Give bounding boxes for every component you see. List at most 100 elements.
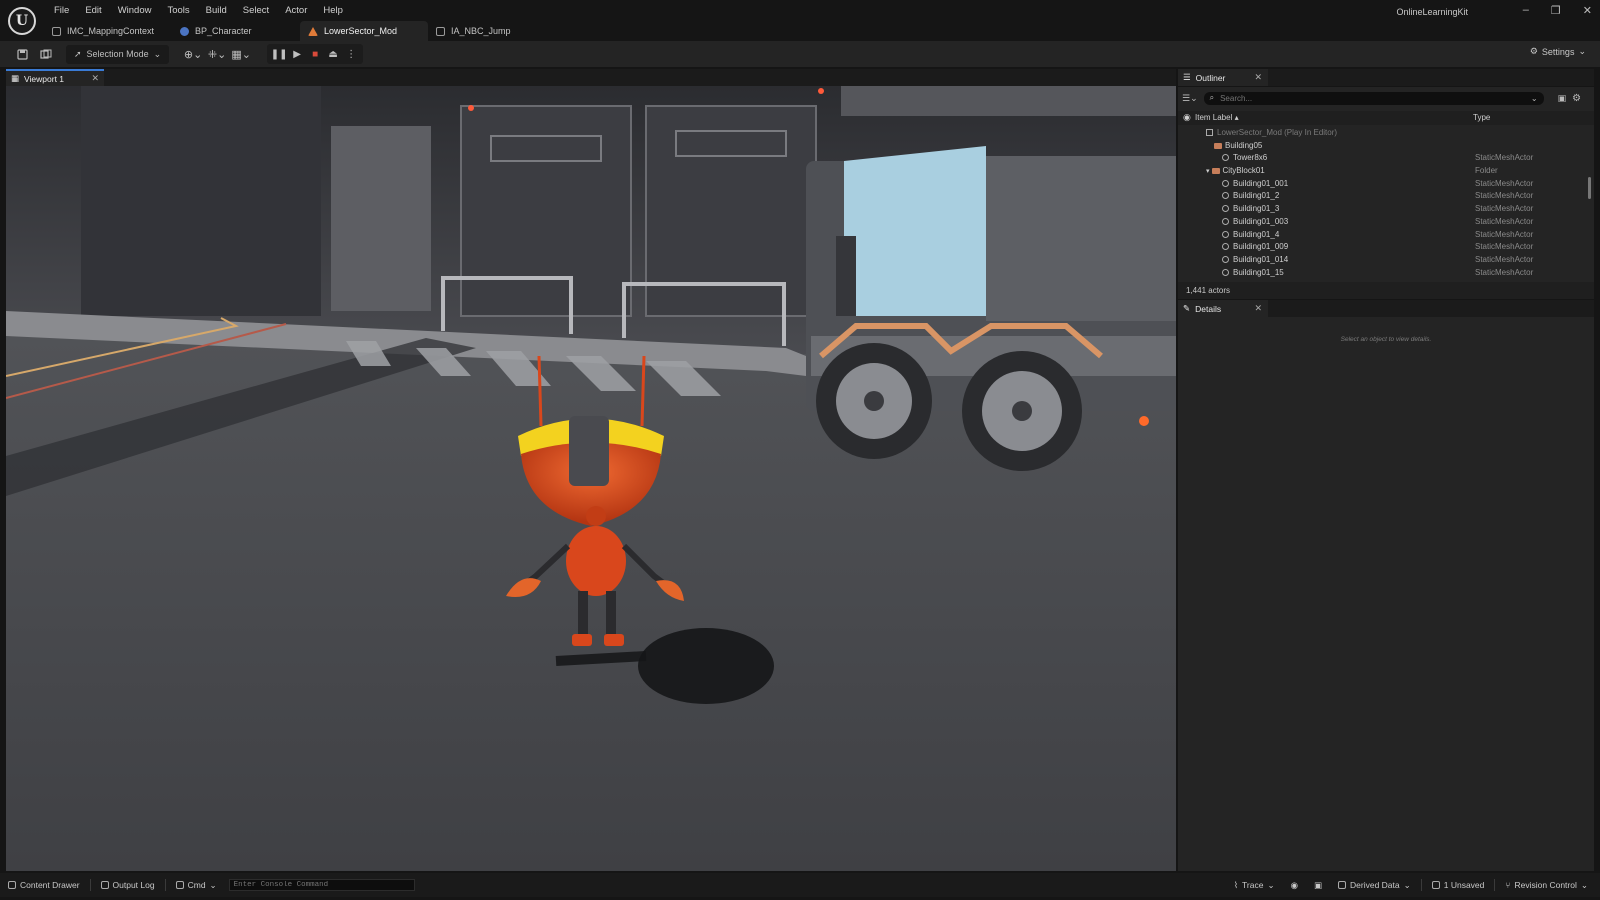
status-bar: Content Drawer Output Log Cmd ⌄ ⌇ Trace … xyxy=(0,873,1600,897)
cmd-dropdown[interactable]: Cmd ⌄ xyxy=(168,880,225,891)
tree-row[interactable]: Building01_014 StaticMeshActor xyxy=(1178,254,1584,267)
stop-icon[interactable]: ■ xyxy=(307,46,323,62)
static-mesh-icon xyxy=(1222,179,1229,187)
tab-bp-character[interactable]: BP_Character xyxy=(172,21,300,41)
menu-help[interactable]: Help xyxy=(315,5,351,16)
content-browser-icon[interactable] xyxy=(36,44,56,64)
details-tabbar: ✎ Details ✕ xyxy=(1178,300,1594,317)
menu-file[interactable]: File xyxy=(46,5,77,16)
tree-row[interactable]: Building01_2 StaticMeshActor xyxy=(1178,190,1584,203)
level-viewport[interactable] xyxy=(6,86,1176,871)
tree-row[interactable]: Building01_009 StaticMeshActor xyxy=(1178,241,1584,254)
gear-icon: ⚙ xyxy=(1529,46,1538,56)
divider xyxy=(1420,879,1422,891)
warning-light xyxy=(818,88,824,94)
trace-dropdown[interactable]: ⌇ Trace ⌄ xyxy=(1226,880,1283,891)
menu-edit[interactable]: Edit xyxy=(77,5,109,16)
game-scene xyxy=(6,86,1176,871)
column-type[interactable]: Type xyxy=(1473,113,1490,122)
search-input[interactable] xyxy=(1220,93,1521,103)
actor-count: 1,441 actors xyxy=(1178,282,1594,299)
window-controls: – ❐ ✕ xyxy=(1523,4,1592,17)
tree-row[interactable]: Building01_3 StaticMeshActor xyxy=(1178,203,1584,216)
tab-outliner[interactable]: ☰ Outliner ✕ xyxy=(1178,69,1268,86)
add-folder-icon[interactable]: ▣ xyxy=(1558,93,1567,104)
folder-icon xyxy=(1211,168,1220,175)
input-mapping-icon xyxy=(52,26,61,36)
revision-control-label: Revision Control xyxy=(1514,880,1577,890)
outliner-scrollbar[interactable] xyxy=(1588,177,1591,199)
content-drawer-button[interactable]: Content Drawer xyxy=(0,880,88,890)
close-tab-icon[interactable]: ✕ xyxy=(1254,303,1262,314)
tab-viewport-1[interactable]: ▦ Viewport 1 ✕ xyxy=(6,69,104,86)
viewport-tab-label: Viewport 1 xyxy=(24,73,65,84)
tree-row[interactable]: Building05 xyxy=(1178,140,1584,153)
editor-window: U File Edit Window Tools Build Select Ac… xyxy=(0,0,1600,900)
add-actor-icon[interactable]: ⊕⌄ xyxy=(183,44,203,64)
close-icon[interactable]: ✕ xyxy=(1583,4,1592,17)
restore-icon[interactable]: ❐ xyxy=(1551,4,1561,17)
menu-select[interactable]: Select xyxy=(235,5,277,16)
pause-icon[interactable]: ❚❚ xyxy=(271,46,288,62)
gear-icon[interactable]: ⚙ xyxy=(1572,93,1581,104)
menu-window[interactable]: Window xyxy=(110,5,160,16)
unsaved-button[interactable]: 1 Unsaved xyxy=(1424,880,1493,890)
settings-button[interactable]: ⚙ Settings ⌄ xyxy=(1530,46,1586,57)
frame-skip-icon[interactable]: ▶ xyxy=(289,46,305,62)
tab-details[interactable]: ✎ Details ✕ xyxy=(1178,300,1268,317)
chevron-down-icon: ⌄ xyxy=(153,48,162,59)
blueprint-menu-icon[interactable]: ⁜⌄ xyxy=(207,44,227,64)
menu-actor[interactable]: Actor xyxy=(277,5,315,16)
viewport-icon: ▦ xyxy=(11,73,20,83)
project-name: OnlineLearningKit xyxy=(1396,7,1468,17)
derived-data-label: Derived Data xyxy=(1350,880,1400,890)
unreal-logo-icon[interactable]: U xyxy=(8,7,36,35)
static-mesh-icon xyxy=(1222,154,1229,162)
close-tab-icon[interactable]: ✕ xyxy=(91,73,99,84)
derived-data-dropdown[interactable]: Derived Data ⌄ xyxy=(1330,880,1419,891)
revision-control-icon: ⑂ xyxy=(1505,880,1511,890)
input-action-icon xyxy=(436,26,445,36)
outliner-search[interactable]: ⌕ ⌄ xyxy=(1203,91,1544,105)
cinematics-icon[interactable]: ▦⌄ xyxy=(231,44,251,64)
robot-shadow xyxy=(638,628,774,704)
revision-control-dropdown[interactable]: ⑂ Revision Control ⌄ xyxy=(1497,880,1596,891)
document-tabs: IMC_MappingContext BP_Character LowerSec… xyxy=(44,21,556,41)
tab-imc-mapping-context[interactable]: IMC_MappingContext xyxy=(44,21,172,41)
content-drawer-icon xyxy=(8,881,16,889)
tree-row[interactable]: Tower8x6 StaticMeshActor xyxy=(1178,152,1584,165)
tree-row[interactable]: Building01_003 StaticMeshActor xyxy=(1178,216,1584,229)
visibility-eye-icon[interactable]: ◉ xyxy=(1183,112,1191,123)
tree-row[interactable]: Building01_15 StaticMeshActor xyxy=(1178,267,1584,280)
warning-light xyxy=(468,105,474,111)
wall-panel xyxy=(81,86,321,316)
tree-row[interactable]: LowerSector_Mod (Play In Editor) xyxy=(1178,127,1584,140)
tree-row[interactable]: ▾ CityBlock01 Folder xyxy=(1178,165,1584,178)
static-mesh-icon xyxy=(1222,192,1229,200)
filter-icon[interactable]: ☰⌄ xyxy=(1182,93,1198,104)
minimize-icon[interactable]: – xyxy=(1523,4,1529,17)
tree-row[interactable]: Building01_001 StaticMeshActor xyxy=(1178,178,1584,191)
main-menu: File Edit Window Tools Build Select Acto… xyxy=(46,5,351,16)
screenshot-icon[interactable]: ▣ xyxy=(1306,880,1330,891)
close-tab-icon[interactable]: ✕ xyxy=(1254,72,1262,83)
console-command-input[interactable] xyxy=(228,879,415,891)
menu-build[interactable]: Build xyxy=(198,5,235,16)
tree-row[interactable]: Building01_4 StaticMeshActor xyxy=(1178,229,1584,242)
level-icon xyxy=(308,26,318,36)
save-icon[interactable] xyxy=(12,44,32,64)
tab-lower-sector-mod[interactable]: LowerSector_Mod xyxy=(300,21,428,41)
menu-tools[interactable]: Tools xyxy=(159,5,197,16)
tab-label: BP_Character xyxy=(195,26,252,36)
column-item-label[interactable]: Item Label ▴ xyxy=(1195,113,1239,122)
play-controls: ❚❚ ▶ ■ ⏏ ⋮ xyxy=(267,44,364,64)
selection-mode-dropdown[interactable]: ➚ Selection Mode ⌄ xyxy=(66,44,170,64)
eject-icon[interactable]: ⏏ xyxy=(325,46,341,62)
more-options-icon[interactable]: ⋮ xyxy=(343,46,359,62)
chevron-down-icon[interactable]: ⌄ xyxy=(1531,94,1544,103)
tab-ia-nbc-jump[interactable]: IA_NBC_Jump xyxy=(428,21,556,41)
record-icon[interactable]: ◉ xyxy=(1283,880,1306,891)
output-log-button[interactable]: Output Log xyxy=(93,880,163,890)
trace-label: Trace xyxy=(1242,880,1264,890)
status-bar-right: ⌇ Trace ⌄ ◉ ▣ Derived Data ⌄ 1 Unsaved ⑂… xyxy=(1226,873,1596,897)
